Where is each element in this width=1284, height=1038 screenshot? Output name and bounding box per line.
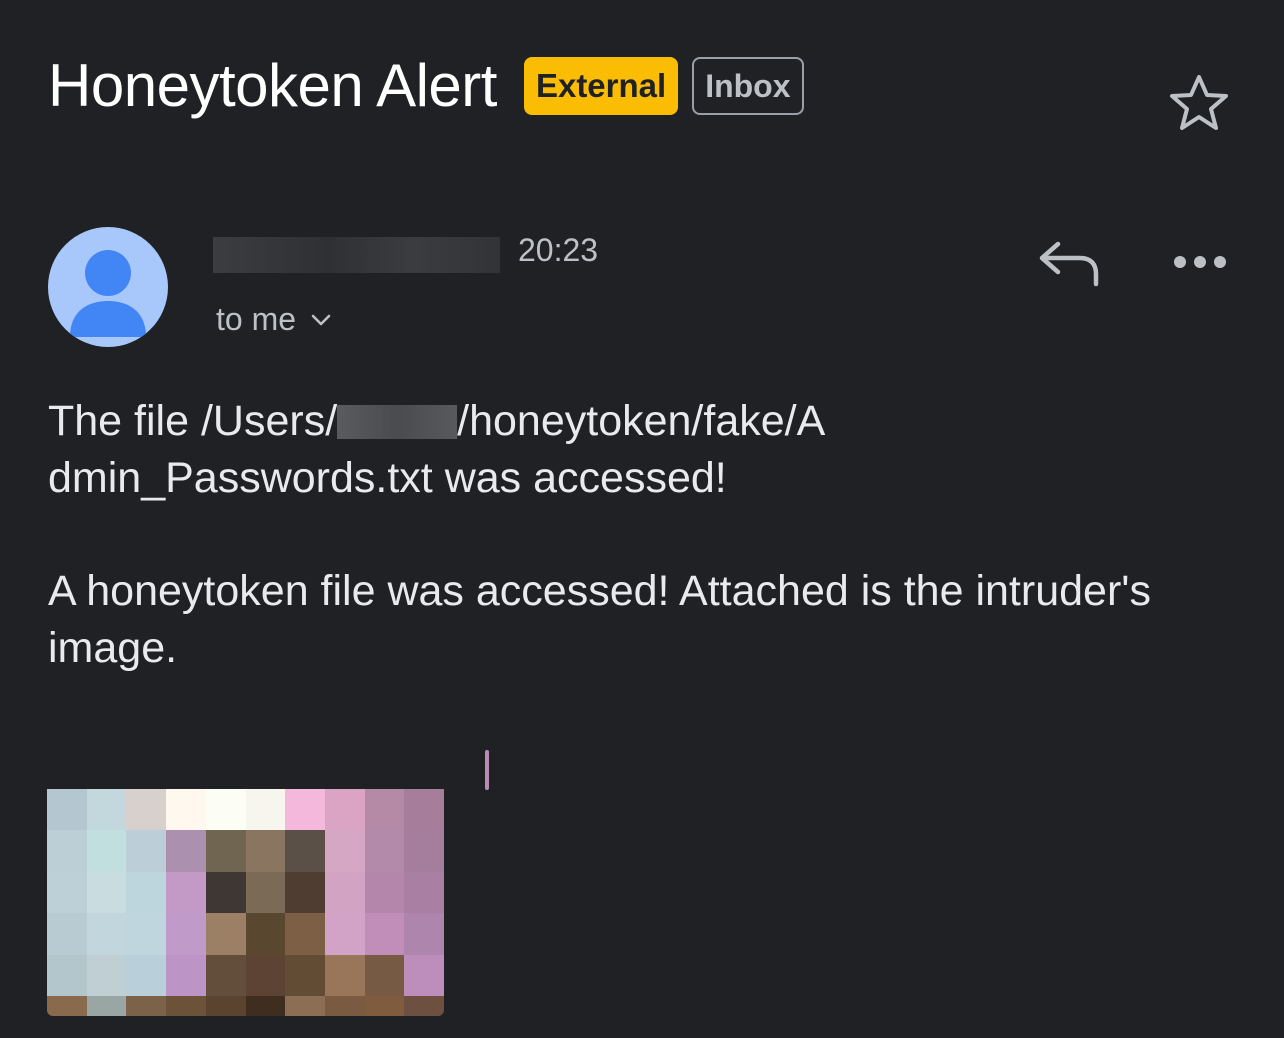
image-pixel-block <box>126 789 167 831</box>
image-pixel-block <box>364 996 405 1016</box>
star-outline-icon <box>1170 75 1228 130</box>
image-pixel-block <box>205 789 246 831</box>
image-pixel-block <box>404 913 444 955</box>
more-horizontal-icon <box>1174 256 1226 268</box>
reply-button[interactable] <box>1034 236 1104 292</box>
image-pixel-block <box>285 789 325 831</box>
image-pixel-block <box>404 830 444 872</box>
image-pixel-block <box>86 871 127 914</box>
image-pixel-block <box>245 871 286 914</box>
image-pixel-block <box>404 996 444 1016</box>
image-pixel-block <box>47 913 87 955</box>
image-pixel-block <box>126 954 167 996</box>
image-pixel-block <box>86 954 127 996</box>
body-text-part: /honeytoken/fake/A <box>457 397 826 445</box>
image-pixel-block <box>364 830 405 872</box>
more-options-button[interactable] <box>1168 246 1232 278</box>
username-redacted <box>337 405 458 439</box>
image-pixel-block <box>364 871 405 914</box>
image-pixel-block <box>245 996 286 1016</box>
image-pixel-block <box>205 954 246 996</box>
star-button[interactable] <box>1166 72 1232 134</box>
image-pixel-block <box>126 871 167 914</box>
image-pixel-block <box>86 913 127 955</box>
body-paragraph-2: A honeytoken file was accessed! Attached… <box>48 567 1151 672</box>
image-pixel-block <box>47 871 87 914</box>
image-pixel-block <box>86 830 127 872</box>
image-pixel-block <box>245 789 286 831</box>
image-pixel-block <box>285 913 325 955</box>
image-pixel-block <box>86 789 127 831</box>
image-pixel-block <box>404 871 444 914</box>
image-pixel-block <box>364 913 405 955</box>
image-pixel-block <box>47 954 87 996</box>
image-pixel-block <box>364 954 405 996</box>
attachment-edge <box>485 750 489 790</box>
image-pixel-block <box>404 954 444 996</box>
image-pixel-block <box>166 996 206 1016</box>
image-pixel-block <box>205 871 246 914</box>
image-pixel-block <box>285 954 325 996</box>
image-pixel-block <box>285 871 325 914</box>
body-paragraph-1: The file /Users/ /honeytoken/fake/A dmin_… <box>48 393 1048 507</box>
image-pixel-block <box>166 789 206 831</box>
image-pixel-block <box>245 954 286 996</box>
image-pixel-block <box>364 789 405 831</box>
image-pixel-block <box>126 996 167 1016</box>
sender-avatar[interactable] <box>48 227 168 347</box>
image-pixel-block <box>404 789 444 831</box>
image-pixel-block <box>126 830 167 872</box>
image-pixel-block <box>86 996 127 1016</box>
intruder-image-attachment[interactable] <box>47 750 489 1016</box>
image-pixel-block <box>324 996 365 1016</box>
image-pixel-block <box>324 954 365 996</box>
body-text-part: The file /Users/ <box>48 397 338 445</box>
image-pixel-block <box>47 789 87 831</box>
image-pixel-block <box>324 871 365 914</box>
external-label-chip[interactable]: External <box>523 57 679 115</box>
image-pixel-block <box>205 913 246 955</box>
email-view: Honeytoken Alert External Inbox 20:23 to… <box>0 0 1284 1038</box>
image-pixel-block <box>47 830 87 872</box>
body-text-part: dmin_Passwords.txt was accessed! <box>48 454 727 502</box>
image-pixel-block <box>285 830 325 872</box>
recipient-label: to me <box>216 301 297 337</box>
image-pixel-block <box>285 996 325 1016</box>
subject-row: Honeytoken Alert External Inbox <box>48 52 804 120</box>
inbox-label-chip[interactable]: Inbox <box>692 57 804 115</box>
image-pixel-block <box>166 871 206 914</box>
image-pixel-block <box>205 996 246 1016</box>
image-pixel-block <box>166 954 206 996</box>
sender-name-redacted[interactable] <box>213 237 500 273</box>
image-pixel-block <box>245 830 286 872</box>
image-pixel-block <box>205 830 246 872</box>
pixelated-image <box>47 789 444 1016</box>
image-pixel-block <box>126 913 167 955</box>
image-pixel-block <box>166 830 206 872</box>
message-time: 20:23 <box>518 232 599 268</box>
recipient-toggle[interactable]: to me <box>216 301 332 338</box>
image-pixel-block <box>47 996 87 1016</box>
person-icon <box>70 250 146 337</box>
image-pixel-block <box>324 913 365 955</box>
image-pixel-block <box>166 913 206 955</box>
image-pixel-block <box>245 913 286 955</box>
email-subject: Honeytoken Alert <box>48 52 497 119</box>
reply-icon <box>1039 241 1099 287</box>
chevron-down-icon <box>311 314 331 325</box>
image-pixel-block <box>324 830 365 872</box>
image-pixel-block <box>324 789 365 831</box>
